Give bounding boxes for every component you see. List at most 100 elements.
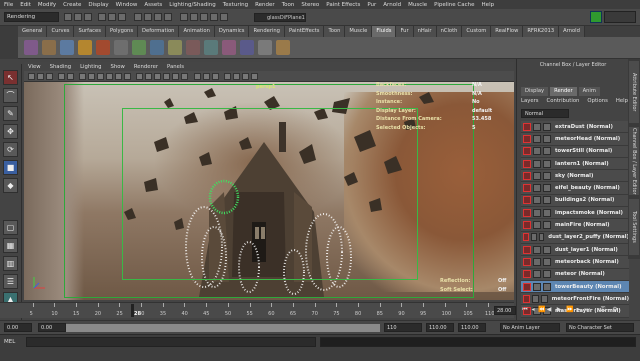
ipr-render-icon[interactable] [210,13,218,21]
render-settings-icon[interactable] [543,208,551,217]
menu-stereo[interactable]: Stereo [301,2,319,8]
gate-mask-icon[interactable] [106,73,113,80]
menu-window[interactable]: Window [116,2,138,8]
menu-texturing[interactable]: Texturing [223,2,248,8]
shelf-tab-rendering[interactable]: Rendering [249,26,285,37]
select-hierarchy-icon[interactable] [98,13,106,21]
lasso-tool-icon[interactable]: ⌒ [3,88,18,103]
current-frame-field[interactable]: 28.00 [494,306,516,315]
render-toggle-icon[interactable] [523,122,531,131]
toggle-channel-box-icon[interactable] [604,11,636,23]
menu-lighting-shading[interactable]: Lighting/Shading [169,2,215,8]
fluid-emitter-icon[interactable] [60,40,74,55]
shelf-tab-polygons[interactable]: Polygons [105,26,139,37]
side-tab-channel-box-layer-editor[interactable]: Channel Box / Layer Editor [629,127,639,195]
start-time-field[interactable]: 0.00 [4,323,32,332]
explosion-icon[interactable] [186,40,200,55]
render-layer-row[interactable]: meteor (Normal) [521,268,629,281]
open-scene-icon[interactable] [74,13,82,21]
render-toggle-icon[interactable] [523,221,531,230]
render-settings-icon[interactable] [543,147,551,156]
clouds-icon[interactable] [204,40,218,55]
render-toggle-icon[interactable] [523,196,531,205]
render-toggle-icon[interactable] [523,147,531,156]
grid-icon[interactable] [79,73,86,80]
render-layer-row[interactable]: extraDust (Normal) [521,121,629,134]
image-plane-icon[interactable] [58,73,65,80]
render-toggle-icon[interactable] [523,159,531,168]
wireframe-on-shaded-icon[interactable] [154,73,161,80]
2d-pan-zoom-icon[interactable] [67,73,74,80]
render-toggle-icon[interactable] [523,282,531,291]
render-toggle-icon[interactable] [523,270,531,279]
shelf-tab-animation[interactable]: Animation [179,26,215,37]
go-to-start-icon[interactable]: ⏮ [522,307,528,313]
xray-icon[interactable] [194,73,201,80]
recycle-toggle-icon[interactable] [533,184,541,193]
pond-icon[interactable] [150,40,164,55]
character-set-select[interactable]: No Character Set [566,323,634,332]
film-gate-icon[interactable] [88,73,95,80]
smooth-shade-icon[interactable] [145,73,152,80]
render-layer-row[interactable]: towerStill (Normal) [521,145,629,158]
wake-icon[interactable] [168,40,182,55]
menu-pipeline-cache[interactable]: Pipeline Cache [434,2,474,8]
textured-icon[interactable] [163,73,170,80]
shelf-tab-rfrk2013[interactable]: RFRK2013 [523,26,560,37]
recycle-toggle-icon[interactable] [533,134,541,143]
shelf-tab-surfaces[interactable]: Surfaces [74,26,106,37]
shelf-tab-realflow[interactable]: RealFlow [491,26,524,37]
playback-end-field[interactable]: 110 [384,323,422,332]
fluid-paint-icon[interactable] [78,40,92,55]
time-slider[interactable]: 28 5 10 15 20 25 30 35 40 45 50 55 60 65 70 75 80 85 90 95… [0,302,514,318]
select-object-icon[interactable] [108,13,116,21]
motion-blur-icon[interactable] [233,73,240,80]
ambient-occlusion-icon[interactable] [224,73,231,80]
end-time-field[interactable]: 110.00 [426,323,454,332]
render-layer-row[interactable]: impactsmoke (Normal) [521,207,629,220]
blend-mode-select[interactable]: Normal [521,109,569,118]
move-tool-icon[interactable]: ✥ [3,124,18,139]
layer-menu-options[interactable]: Options [587,98,607,104]
new-scene-icon[interactable] [64,13,72,21]
layer-tab-render[interactable]: Render [550,87,577,96]
recycle-toggle-icon[interactable] [533,196,541,205]
make-collide-icon[interactable] [258,40,272,55]
select-camera-icon[interactable] [28,73,35,80]
snap-point-icon[interactable] [154,13,162,21]
field-chart-icon[interactable] [115,73,122,80]
render-layer-row[interactable]: mainFire (Normal) [521,219,629,232]
thick-cloud-icon[interactable] [240,40,254,55]
last-tool-icon[interactable]: ◆ [3,178,18,193]
side-by-side-layout-icon[interactable]: ▥ [3,256,18,271]
panel-menu-show[interactable]: Show [111,64,125,70]
recycle-toggle-icon[interactable] [533,282,541,291]
recycle-toggle-icon[interactable] [533,208,541,217]
depth-of-field-icon[interactable] [251,73,258,80]
auto-key-icon[interactable]: ⚿ [600,307,606,313]
render-settings-icon[interactable] [543,270,551,279]
paint-select-tool-icon[interactable]: ✎ [3,106,18,121]
wireframe-icon[interactable] [136,73,143,80]
render-layer-row[interactable]: meteorFrontFire (Normal) [521,293,629,306]
render-toggle-icon[interactable] [523,184,531,193]
shelf-tab-arnold[interactable]: Arnold [559,26,585,37]
play-forwards-icon[interactable]: ▶ [556,307,562,313]
resolution-gate-icon[interactable] [97,73,104,80]
side-tab-attribute-editor[interactable]: Attribute Editor [629,61,639,123]
recycle-toggle-icon[interactable] [531,294,539,303]
shelf-tab-fluids[interactable]: Fluids [372,26,397,37]
recycle-toggle-icon[interactable] [533,159,541,168]
select-component-icon[interactable] [118,13,126,21]
snap-plane-icon[interactable] [164,13,172,21]
range-slider-bar[interactable] [38,324,380,332]
render-toggle-icon[interactable] [523,233,529,242]
safe-action-icon[interactable] [124,73,131,80]
toggle-attribute-editor-icon[interactable] [590,11,602,23]
render-toggle-icon[interactable] [523,294,530,303]
select-tool-icon[interactable]: ↖ [3,70,18,85]
panel-menu-renderer[interactable]: Renderer [134,64,158,70]
menu-assets[interactable]: Assets [144,2,162,8]
menu-pur[interactable]: Pur [367,2,376,8]
panel-menu-lighting[interactable]: Lighting [80,64,101,70]
